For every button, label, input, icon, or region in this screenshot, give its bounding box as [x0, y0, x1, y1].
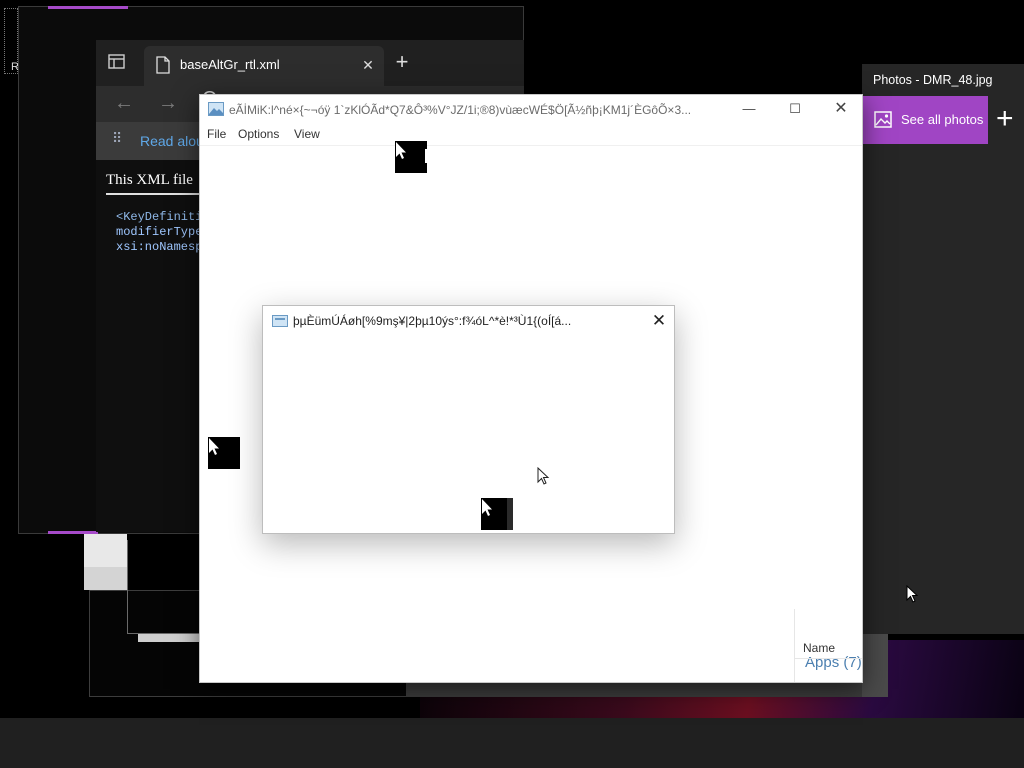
background-window-frame	[127, 540, 207, 634]
taskbar	[0, 718, 1024, 768]
mouse-pointer-icon	[537, 466, 551, 487]
xml-code-line: modifierType	[116, 225, 203, 239]
minimize-button[interactable]: —	[726, 95, 772, 125]
tab-title: baseAltGr_rtl.xml	[180, 57, 280, 72]
name-column-header[interactable]: Name	[803, 641, 835, 655]
back-arrow-icon[interactable]: ←	[114, 92, 134, 115]
background-window-fragment	[138, 634, 200, 642]
main-window-titlebar[interactable]: eÃİMiK:l^n⁠é×{~¬óÿ 1`zKlÓÃd*Q7&Ô⁠³%⁠V°JZ…	[200, 95, 862, 125]
menu-options[interactable]: Options	[238, 127, 279, 141]
window-accent-bar	[48, 6, 128, 9]
photos-window: Photos - DMR_48.jpg See all photos +	[862, 64, 1024, 634]
background-window-fragment	[406, 683, 886, 697]
dialog-title: þ⁠µÈüm⁠ÚÁøh[%⁠⁠⁠9m⁠ş¥|2þµ10⁠ýs°⁠:f¾⁠óL^*…	[293, 314, 572, 328]
mouse-pointer-icon	[481, 498, 513, 530]
see-all-photos-label: See all photos	[901, 112, 984, 127]
dialog-close-button[interactable]: ✕	[647, 310, 671, 332]
forward-arrow-icon[interactable]: →	[158, 92, 178, 115]
dialog-footer-text: ⁠⁠ ⁠⁠ ⁠⁠ ⁠ ⁠⁠⁠⁠⁠⁠ ⁠⁠ ⁠⁠⁠ ⁠⁠⁠	[546, 528, 564, 534]
xml-code-line: xsi:noNamesp	[116, 240, 203, 254]
dialog-titlebar[interactable]: þ⁠µÈüm⁠ÚÁøh[%⁠⁠⁠9m⁠ş¥|2þµ10⁠ýs°⁠:f¾⁠óL^*…	[263, 306, 674, 336]
close-button[interactable]: ✕	[818, 95, 862, 125]
mouse-pointer-icon	[906, 584, 920, 605]
heading-underline	[106, 193, 210, 195]
new-tab-button[interactable]: +	[391, 51, 413, 74]
file-list-panel: Apps (7) Name	[794, 609, 862, 682]
photos-window-title: Photos - DMR_48.jpg	[873, 73, 993, 87]
background-window-fragment	[862, 634, 888, 697]
tab-actions-icon[interactable]	[108, 54, 130, 74]
tab-close-icon[interactable]: ✕	[358, 55, 378, 75]
menu-file[interactable]: File	[207, 127, 226, 141]
apps-group-label[interactable]: Apps (7)	[805, 654, 862, 671]
read-aloud-button[interactable]: Read alou	[140, 133, 204, 149]
desktop: R baseAltGr_rtl.xml ✕ + ← → C	[0, 0, 1024, 768]
background-window-fragment	[84, 567, 127, 590]
browser-tab-bar: baseAltGr_rtl.xml ✕ +	[96, 40, 524, 86]
file-icon	[156, 56, 170, 74]
window-icon	[272, 314, 288, 327]
image-icon	[208, 102, 224, 116]
photo-icon	[874, 111, 892, 128]
main-window-title: eÃİMiK:l^n⁠é×{~¬óÿ 1`zKlÓÃd*Q7&Ô⁠³%⁠V°JZ…	[229, 103, 692, 117]
desktop-icon-label[interactable]: R	[4, 8, 19, 74]
menu-divider	[200, 145, 862, 146]
menu-view[interactable]: View	[294, 127, 320, 141]
dialog-window: þ⁠µÈüm⁠ÚÁøh[%⁠⁠⁠9m⁠ş¥|2þµ10⁠ýs°⁠:f¾⁠óL^*…	[262, 305, 675, 534]
mouse-pointer-icon	[395, 141, 427, 173]
maximize-button[interactable]: ☐	[772, 95, 818, 125]
xml-code-line: <KeyDefiniti	[116, 210, 203, 224]
menu-bar: File Options View	[200, 125, 862, 145]
add-icon[interactable]: +	[996, 104, 1014, 134]
read-aloud-icon[interactable]: ⠿	[112, 130, 123, 147]
column-header-divider	[795, 658, 862, 659]
page-heading: This XML file	[106, 172, 193, 188]
tab-basealtgr-rtl-xml[interactable]: baseAltGr_rtl.xml ✕	[144, 46, 384, 86]
mouse-pointer-icon	[208, 437, 240, 469]
see-all-photos-button[interactable]: See all photos	[862, 96, 988, 144]
